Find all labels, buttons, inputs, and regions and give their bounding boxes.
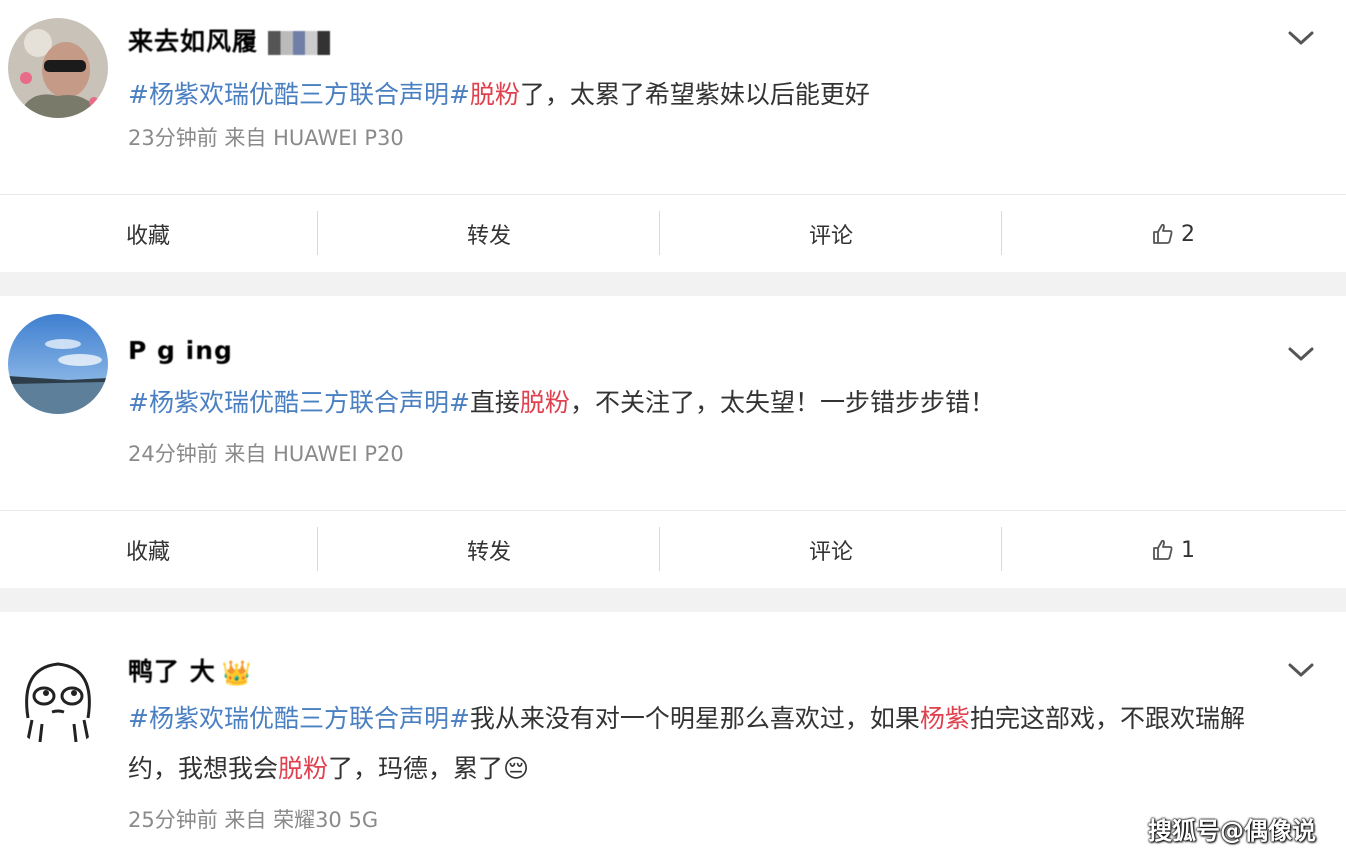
thumbs-up-icon bbox=[1153, 223, 1173, 244]
text-segment: 我从来没有对一个明星那么喜欢过，如果 bbox=[469, 704, 920, 733]
weibo-comment-card: 来去如风履 #杨紫欢瑞优酷三方联合声明#脱粉了，太累了希望紫妹以后能更好 23分… bbox=[0, 0, 1346, 272]
collect-label: 收藏 bbox=[125, 224, 170, 249]
weibo-comment-card: 鸭了 大 👑 #杨紫欢瑞优酷三方联合声明#我从来没有对一个明星那么喜欢过，如果杨紫… bbox=[0, 612, 1346, 860]
chevron-down-icon[interactable] bbox=[1286, 660, 1316, 680]
like-button[interactable]: 2 bbox=[1002, 195, 1344, 273]
username[interactable]: 鸭了 大 👑 bbox=[128, 652, 253, 688]
username[interactable]: P g ing bbox=[128, 336, 233, 365]
comment-button[interactable]: 评论 bbox=[660, 511, 1002, 589]
keyword-highlight: 脱粉 bbox=[469, 80, 520, 109]
post-meta: 25分钟前 来自 荣耀30 5G bbox=[128, 808, 379, 832]
repost-label: 转发 bbox=[466, 224, 511, 249]
user-avatar[interactable] bbox=[8, 314, 108, 414]
hashtag-link[interactable]: #杨紫欢瑞优酷三方联合声明# bbox=[128, 704, 470, 733]
comment-button[interactable]: 评论 bbox=[660, 195, 1002, 273]
username-text: 鸭了 大 bbox=[128, 657, 216, 686]
repost-button[interactable]: 转发 bbox=[318, 195, 660, 273]
post-meta: 24分钟前 来自 HUAWEI P20 bbox=[128, 442, 404, 466]
repost-button[interactable]: 转发 bbox=[318, 511, 660, 589]
action-bar: 收藏 转发 评论 2 bbox=[0, 194, 1346, 273]
comment-text: #杨紫欢瑞优酷三方联合声明#直接脱粉，不关注了，太失望！一步错步步错！ bbox=[128, 378, 1308, 428]
username-pixelated-part bbox=[267, 31, 330, 55]
user-avatar[interactable] bbox=[8, 18, 108, 118]
chevron-down-icon[interactable] bbox=[1286, 28, 1316, 48]
comment-label: 评论 bbox=[808, 540, 853, 565]
comment-text: #杨紫欢瑞优酷三方联合声明#我从来没有对一个明星那么喜欢过，如果杨紫拍完这部戏，… bbox=[128, 694, 1288, 794]
like-count: 2 bbox=[1181, 221, 1195, 247]
collect-label: 收藏 bbox=[125, 540, 170, 565]
weibo-comment-card: P g ing #杨紫欢瑞优酷三方联合声明#直接脱粉，不关注了，太失望！一步错步… bbox=[0, 296, 1346, 588]
repost-label: 转发 bbox=[466, 540, 511, 565]
keyword-highlight: 杨紫 bbox=[919, 704, 970, 733]
keyword-highlight: 脱粉 bbox=[519, 388, 570, 417]
comment-label: 评论 bbox=[808, 224, 853, 249]
crown-icon: 👑 bbox=[221, 659, 253, 687]
action-bar: 收藏 转发 评论 1 bbox=[0, 510, 1346, 589]
username-text: P g ing bbox=[128, 336, 233, 365]
user-avatar[interactable] bbox=[8, 648, 108, 748]
like-count: 1 bbox=[1181, 537, 1195, 563]
username[interactable]: 来去如风履 bbox=[128, 22, 330, 58]
username-text: 来去如风履 bbox=[128, 27, 259, 56]
text-segment: 直接 bbox=[469, 388, 520, 417]
like-button[interactable]: 1 bbox=[1002, 511, 1344, 589]
text-segment: ，不关注了，太失望！一步错步步错！ bbox=[569, 388, 995, 417]
watermark: 搜狐号@偶像说 bbox=[1148, 817, 1316, 845]
collect-button[interactable]: 收藏 bbox=[0, 195, 296, 273]
text-segment: 了，太累了希望紫妹以后能更好 bbox=[519, 80, 870, 109]
comment-text: #杨紫欢瑞优酷三方联合声明#脱粉了，太累了希望紫妹以后能更好 bbox=[128, 70, 1308, 120]
thumbs-up-icon bbox=[1153, 539, 1173, 560]
hashtag-link[interactable]: #杨紫欢瑞优酷三方联合声明# bbox=[128, 80, 470, 109]
chevron-down-icon[interactable] bbox=[1286, 344, 1316, 364]
hashtag-link[interactable]: #杨紫欢瑞优酷三方联合声明# bbox=[128, 388, 470, 417]
keyword-highlight: 脱粉 bbox=[278, 754, 329, 783]
post-meta: 23分钟前 来自 HUAWEI P30 bbox=[128, 126, 404, 150]
collect-button[interactable]: 收藏 bbox=[0, 511, 296, 589]
text-segment: 了，玛德，累了😔 bbox=[328, 754, 530, 783]
